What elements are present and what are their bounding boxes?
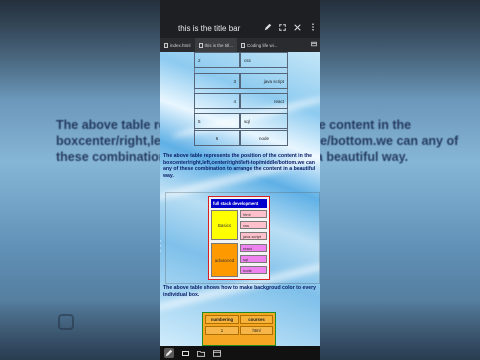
tab-label: index.html — [170, 42, 191, 48]
table-cell: 1 — [205, 326, 239, 335]
tab-coding-life[interactable]: Coding life wi... — [237, 38, 282, 52]
title-bar: this is the title bar — [160, 18, 320, 38]
table-cell: html — [240, 210, 267, 218]
table-cell: react — [240, 244, 267, 252]
table-cell: java script — [240, 232, 267, 240]
blurred-paragraph-left: The above table represents the position … — [56, 118, 160, 164]
folder-icon[interactable] — [196, 348, 206, 358]
table-header: full stack development — [211, 199, 267, 208]
table-cell: 6 — [194, 130, 240, 146]
table-cell: react — [240, 93, 288, 109]
table-cell: node — [240, 130, 288, 146]
paragraph-background: The above table shows how to make backgr… — [163, 285, 317, 298]
position-table: 2 css 3 java script 4 react 5 sql 6 node — [194, 52, 288, 146]
background-shade-top — [320, 0, 480, 100]
group-advanced: advanced — [211, 243, 238, 277]
tab-label: Coding life wi... — [247, 42, 278, 48]
window-title: this is the title bar — [178, 23, 241, 33]
courses-table: numbering courses 1 html — [202, 312, 276, 346]
pen-icon[interactable] — [260, 23, 275, 33]
blurred-background-right: The above table represents the position … — [320, 0, 480, 360]
table-cell: sql — [240, 113, 288, 129]
group-basics: Basics — [211, 210, 238, 240]
blurred-background-left: The above table represents the position … — [0, 0, 160, 360]
background-shade-bottom — [320, 300, 480, 360]
table-header-cell: numbering — [205, 315, 239, 324]
tab-title-page[interactable]: this is the titl... — [194, 38, 238, 52]
table-cell: sql — [240, 255, 267, 263]
bottom-toolbar — [160, 346, 320, 360]
table-header-cell: courses — [240, 315, 273, 324]
status-bar — [160, 0, 320, 18]
phone-screen: this is the title bar index.html this is… — [160, 0, 320, 360]
table-cell: 3 — [194, 73, 240, 89]
screen-icon[interactable] — [180, 348, 190, 358]
tab-strip: index.html this is the titl... Coding li… — [160, 38, 320, 52]
background-shade-top — [0, 0, 160, 100]
table-cell: css — [240, 52, 288, 68]
page-content: 2 css 3 java script 4 react 5 sql 6 node… — [160, 52, 320, 346]
table-cell: 4 — [194, 93, 240, 109]
window-icon[interactable] — [212, 348, 222, 358]
tab-label: this is the titl... — [204, 42, 234, 48]
table-cell: html — [240, 326, 273, 335]
table-cell: 5 — [194, 113, 240, 129]
table-cell: java script — [240, 73, 288, 89]
close-icon[interactable] — [290, 23, 305, 33]
tab-index[interactable]: index.html — [160, 38, 195, 52]
table-cell: node — [240, 266, 267, 274]
fullstack-table: full stack development Basics html css j… — [208, 196, 270, 280]
blurred-paragraph-right: The above table represents the position … — [320, 118, 459, 164]
ghost-text: ▪ ▪ ▪ — [160, 238, 162, 253]
background-shade-bottom — [0, 300, 160, 360]
document-icon — [164, 42, 168, 48]
document-icon — [198, 42, 203, 48]
paragraph-position: The above table represents the position … — [163, 153, 316, 179]
table-cell: css — [240, 221, 267, 229]
tab-overview-icon[interactable] — [311, 41, 320, 49]
table-cell: 2 — [194, 52, 240, 68]
document-icon — [241, 42, 246, 48]
fullscreen-icon[interactable] — [275, 23, 290, 33]
more-vert-icon[interactable] — [305, 23, 320, 33]
pen-icon[interactable] — [164, 348, 174, 358]
